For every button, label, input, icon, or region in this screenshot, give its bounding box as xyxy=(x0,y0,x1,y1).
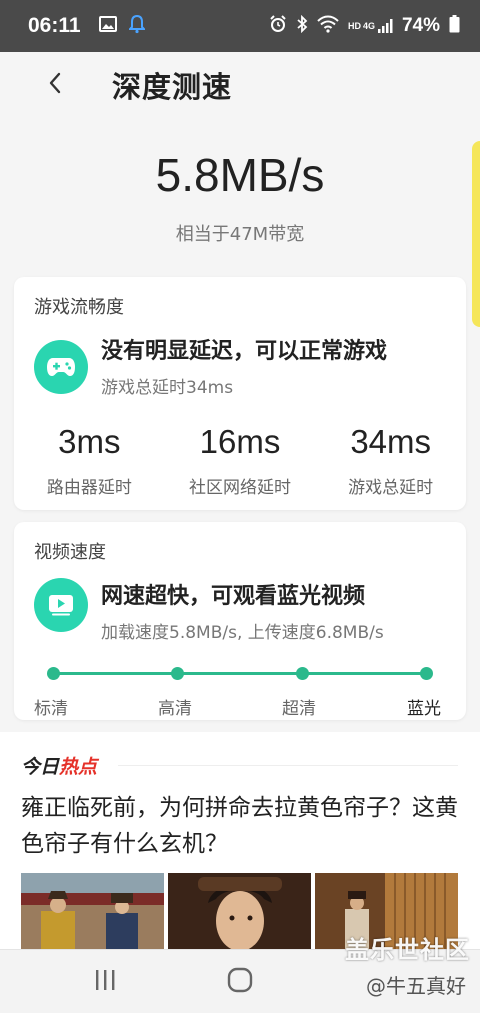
status-time: 06:11 xyxy=(28,14,81,37)
video-card-label: 视频速度 xyxy=(34,542,106,563)
metric-community: 16ms 社区网络延时 xyxy=(165,423,316,498)
hot-news-tag: 今日热点 xyxy=(21,752,97,779)
latency-metrics: 3ms 路由器延时 16ms 社区网络延时 34ms 游戏总延时 xyxy=(14,423,466,498)
news-section[interactable]: 今日热点 雍正临死前，为何拼命去拉黄色帘子？这黄色帘子有什么玄机？ xyxy=(0,732,480,949)
bell-icon xyxy=(127,14,146,38)
metric-label: 路由器延时 xyxy=(46,478,132,498)
bandwidth-equivalent: 相当于47M带宽 xyxy=(175,224,305,245)
recents-icon xyxy=(94,968,116,996)
quality-label-bluray: 蓝光 xyxy=(407,699,441,719)
speed-value: 5.8MB/s xyxy=(155,149,325,201)
alarm-icon xyxy=(269,14,287,38)
signal-icon: HD 4G xyxy=(348,18,393,34)
battery-percent: 74% xyxy=(401,15,440,36)
metric-value: 16ms xyxy=(199,423,281,460)
quality-dot xyxy=(171,667,184,680)
news-title[interactable]: 雍正临死前，为何拼命去拉黄色帘子？这黄色帘子有什么玄机？ xyxy=(21,790,461,862)
metric-total: 34ms 游戏总延时 xyxy=(315,423,466,498)
home-icon xyxy=(227,967,253,997)
video-speed-card: 视频速度 网速超快，可观看蓝光视频 加载速度5.8MB/s, 上传速度6.8MB… xyxy=(14,522,466,720)
watermark-community: 盖乐世社区 xyxy=(345,936,470,964)
side-floating-tab[interactable] xyxy=(472,141,480,327)
video-headline: 网速超快，可观看蓝光视频 xyxy=(101,584,366,609)
hot-news-tag-hot: 热点 xyxy=(59,756,98,778)
game-headline: 没有明显延迟，可以正常游戏 xyxy=(101,339,388,364)
page-title: 深度测速 xyxy=(112,70,233,104)
home-button[interactable] xyxy=(220,964,260,1000)
divider xyxy=(118,765,458,766)
battery-icon xyxy=(449,14,460,38)
metric-router: 3ms 路由器延时 xyxy=(14,423,165,498)
network-type-label: 4G xyxy=(362,21,375,31)
quality-dot xyxy=(420,667,433,680)
news-thumbnail[interactable] xyxy=(21,873,164,949)
metric-value: 34ms xyxy=(350,423,432,460)
quality-label-hd: 高清 xyxy=(158,699,192,719)
back-button[interactable] xyxy=(25,55,85,115)
gallery-icon xyxy=(98,16,117,36)
news-thumbnail[interactable] xyxy=(168,873,311,949)
metric-label: 社区网络延时 xyxy=(189,478,291,498)
back-arrow-icon xyxy=(47,71,63,99)
game-card-label: 游戏流畅度 xyxy=(34,297,124,318)
game-fluency-card: 游戏流畅度 没有明显延迟，可以正常游戏 游戏总延时34ms 3ms 路由器延时 … xyxy=(14,277,466,510)
metric-value: 3ms xyxy=(58,423,121,460)
hot-news-tag-prefix: 今日 xyxy=(21,756,60,778)
bluetooth-icon xyxy=(296,14,308,38)
quality-track xyxy=(53,672,427,675)
quality-label-sd: 标清 xyxy=(34,699,68,719)
watermark-user: @牛五真好 xyxy=(366,974,466,998)
play-icon xyxy=(34,578,88,632)
hd-label: HD xyxy=(347,21,361,31)
gamepad-icon xyxy=(34,340,88,394)
recents-button[interactable] xyxy=(85,964,125,1000)
metric-label: 游戏总延时 xyxy=(348,478,434,498)
header: 深度测速 xyxy=(0,52,480,118)
wifi-icon xyxy=(317,15,339,38)
quality-dot xyxy=(296,667,309,680)
quality-label-fhd: 超清 xyxy=(282,699,316,719)
quality-dot xyxy=(47,667,60,680)
game-detail: 游戏总延时34ms xyxy=(101,378,234,398)
video-detail: 加载速度5.8MB/s, 上传速度6.8MB/s xyxy=(101,623,384,643)
status-bar: 06:11 HD 4G 74% xyxy=(0,0,480,52)
